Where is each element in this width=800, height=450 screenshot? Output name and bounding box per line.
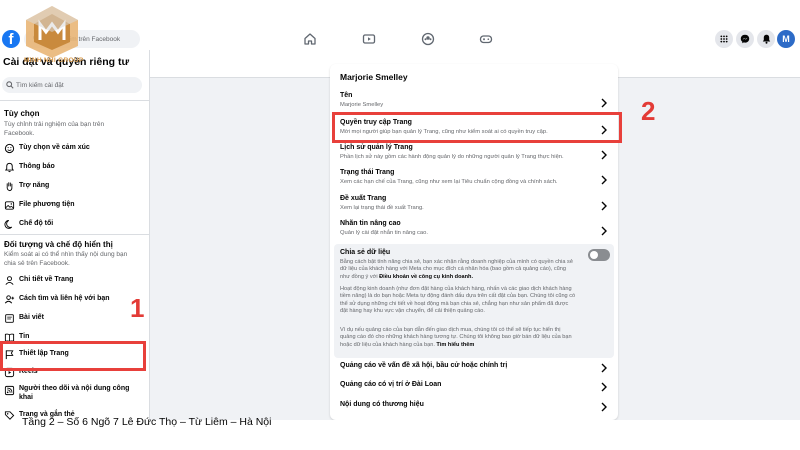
- data-sharing-section: Chia sẻ dữ liệu Bằng cách bật tính năng …: [334, 244, 614, 358]
- chevron-right-icon: [601, 402, 607, 412]
- groups-icon[interactable]: [421, 32, 435, 46]
- chevron-right-icon: [601, 382, 607, 392]
- row-title: Quảng cáo có vị trí ở Đài Loan: [340, 381, 442, 388]
- row-title: Trạng thái Trang: [340, 169, 395, 176]
- chevron-right-icon: [601, 175, 607, 185]
- grid-icon: [720, 35, 728, 43]
- hand-icon: [6, 182, 13, 192]
- chevron-right-icon: [601, 226, 607, 236]
- sidebar-item-followers[interactable]: Người theo dõi và nội dung công khai: [0, 382, 148, 404]
- row-title: Nhãn tin nâng cao: [340, 220, 401, 227]
- footer-address: Tầng 2 – Số 6 Ngõ 7 Lê Đức Thọ – Từ Liêm…: [22, 416, 272, 428]
- chevron-right-icon: [601, 363, 607, 373]
- setting-row-branded-content[interactable]: Nội dung có thương hiệu: [330, 398, 618, 416]
- divider: [0, 100, 149, 101]
- sidebar-item-find-contact[interactable]: Cách tìm và liên hệ với bạn: [0, 291, 148, 309]
- messenger-icon: [740, 34, 750, 44]
- brand-logo: MINH NHI GROUP: [22, 4, 92, 66]
- learn-more-link[interactable]: Tìm hiểu thêm: [436, 342, 474, 348]
- setting-row-management-history[interactable]: Lịch sử quản lý Trang Phần lịch sử này g…: [330, 142, 618, 166]
- post-icon: [5, 314, 14, 323]
- sidebar-item-dark-mode[interactable]: Chế độ tối: [0, 216, 148, 234]
- setting-row-name[interactable]: Tên Marjorie Smelley: [330, 90, 618, 114]
- sidebar-item-label: File phương tiện: [19, 201, 75, 208]
- sidebar-item-label: Thông báo: [19, 163, 55, 170]
- setting-row-advanced-messaging[interactable]: Nhãn tin nâng cao Quản lý cài đặt nhắn t…: [330, 218, 618, 242]
- data-sharing-title: Chia sẻ dữ liệu: [340, 249, 391, 256]
- row-subtitle: Phần lịch sử này gồm các hành động quản …: [340, 154, 564, 160]
- section-title-preferences: Tùy chọn: [4, 109, 40, 118]
- brand-logo-icon: [26, 6, 78, 58]
- sidebar-item-page-details[interactable]: Chi tiết về Trang: [0, 272, 148, 290]
- data-sharing-paragraph-1: Bằng cách bật tính năng chia sẻ, bạn xác…: [340, 259, 576, 281]
- card-title: Marjorie Smelley: [340, 72, 408, 82]
- callout-number-1: 1: [130, 293, 145, 323]
- sidebar-item-label: Cách tìm và liên hệ với bạn: [19, 295, 110, 302]
- sidebar-item-label: Trợ năng: [19, 182, 50, 189]
- chevron-right-icon: [601, 150, 607, 160]
- data-sharing-toggle[interactable]: [588, 249, 610, 261]
- data-sharing-paragraph-2: Hoạt động kinh doanh (như đơn đặt hàng c…: [340, 286, 576, 314]
- sidebar-item-label: Chế độ tối: [19, 220, 54, 227]
- rss-icon: [4, 385, 15, 396]
- setting-row-political-ads[interactable]: Quảng cáo về vấn đề xã hội, bầu cử hoặc …: [330, 359, 618, 377]
- menu-grid-button[interactable]: [715, 30, 733, 48]
- highlight-page-setup: [0, 341, 146, 371]
- data-sharing-paragraph-3: Vì dụ nếu quảng cáo của bạn dẫn đến giao…: [340, 327, 576, 349]
- setting-row-page-recommendations[interactable]: Đề xuất Trang Xem lại trạng thái đề xuất…: [330, 193, 618, 217]
- row-title: Lịch sử quản lý Trang: [340, 144, 413, 151]
- bell-icon: [4, 162, 15, 173]
- section-desc-audience: Kiểm soát ai có thể nhìn thấy nội dung b…: [4, 251, 128, 267]
- chevron-right-icon: [601, 201, 607, 211]
- row-title: Tên: [340, 92, 353, 99]
- notifications-button[interactable]: [757, 30, 775, 48]
- row-title: Đề xuất Trang: [340, 195, 387, 202]
- facebook-logo-icon[interactable]: f: [2, 30, 20, 48]
- settings-search-input[interactable]: [16, 77, 136, 93]
- messenger-button[interactable]: [736, 30, 754, 48]
- section-desc-preferences: Tùy chỉnh trải nghiệm của bạn trên Faceb…: [4, 121, 105, 137]
- toggle-knob: [590, 251, 598, 259]
- sidebar-item-label: Chi tiết về Trang: [19, 276, 74, 283]
- divider: [0, 234, 149, 235]
- gaming-icon[interactable]: [479, 32, 493, 46]
- sidebar-item-label: Người theo dõi và nội dung công khai: [19, 385, 130, 401]
- page-details-icon: [5, 276, 14, 285]
- sidebar-item-notifications[interactable]: Thông báo: [0, 159, 148, 177]
- chevron-right-icon: [601, 98, 607, 108]
- section-title-audience: Đối tượng và chế độ hiển thị: [4, 240, 113, 249]
- settings-search-box[interactable]: [2, 77, 142, 93]
- moon-icon: [4, 220, 13, 229]
- setting-row-taiwan-ads[interactable]: Quảng cáo có vị trí ở Đài Loan: [330, 378, 618, 396]
- video-icon[interactable]: [362, 32, 376, 46]
- sidebar-item-accessibility[interactable]: Trợ năng: [0, 178, 148, 196]
- sidebar-item-label: Tùy chọn về cảm xúc: [19, 144, 90, 151]
- person-add-icon: [4, 295, 15, 304]
- profile-avatar[interactable]: M: [777, 30, 795, 48]
- brand-name: MINH NHI GROUP: [24, 57, 84, 64]
- sidebar-item-label: Bài viết: [19, 314, 44, 321]
- setting-row-page-status[interactable]: Trạng thái Trang Xem các hạn chế của Tra…: [330, 167, 618, 191]
- sidebar-item-label: Tin: [19, 333, 30, 340]
- smiley-icon: [4, 143, 15, 154]
- sidebar-item-media[interactable]: File phương tiện: [0, 197, 148, 215]
- row-subtitle: Marjorie Smelley: [340, 102, 384, 108]
- row-subtitle: Xem lại trạng thái đề xuất Trang.: [340, 205, 424, 211]
- callout-number-2: 2: [641, 96, 656, 126]
- row-title: Nội dung có thương hiệu: [340, 401, 424, 408]
- bell-icon: [762, 34, 770, 44]
- highlight-page-access: [332, 112, 622, 143]
- row-subtitle: Xem các hạn chế của Trang, cũng như xem …: [340, 179, 558, 185]
- row-title: Quảng cáo về vấn đề xã hội, bầu cử hoặc …: [340, 362, 508, 369]
- business-terms-link[interactable]: Điều khoản về công cụ kinh doanh.: [379, 274, 473, 280]
- sidebar-item-reaction-preferences[interactable]: Tùy chọn về cảm xúc: [0, 140, 148, 158]
- tag-icon: [4, 411, 15, 420]
- row-subtitle: Quản lý cài đặt nhắn tin nâng cao.: [340, 230, 428, 236]
- media-icon: [4, 201, 15, 210]
- home-icon[interactable]: [303, 32, 317, 46]
- sidebar-item-posts[interactable]: Bài viết: [0, 310, 148, 328]
- search-icon: [6, 81, 14, 89]
